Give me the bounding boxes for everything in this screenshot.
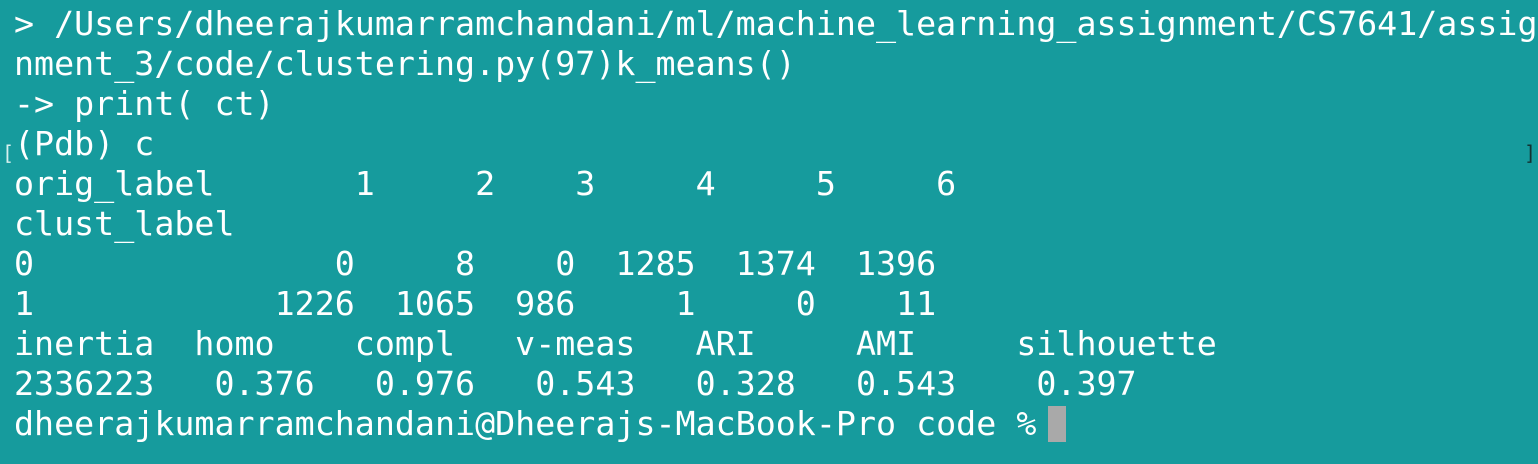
terminal-line-path-1: > /Users/dheerajkumarramchandani/ml/mach… xyxy=(14,4,1538,43)
terminal-cursor xyxy=(1048,405,1067,442)
crosstab-header-row: orig_label 1 2 3 4 5 6 xyxy=(14,164,957,203)
terminal-line-pdb-command: (Pdb) c xyxy=(14,124,155,163)
metrics-header-row: inertia homo compl v-meas ARI AMI silhou… xyxy=(14,324,1217,363)
terminal-window[interactable]: [ ] > /Users/dheerajkumarramchandani/ml/… xyxy=(0,0,1538,464)
shell-prompt: dheerajkumarramchandani@Dheerajs-MacBook… xyxy=(14,404,1037,443)
metrics-values-row: 2336223 0.376 0.976 0.543 0.328 0.543 0.… xyxy=(14,364,1137,403)
selection-bracket-left: [ xyxy=(2,141,15,165)
crosstab-row-0: 0 0 8 0 1285 1374 1396 xyxy=(14,244,937,283)
shell-prompt-line[interactable]: dheerajkumarramchandani@Dheerajs-MacBook… xyxy=(14,404,1538,444)
terminal-line-path-2: nment_3/code/clustering.py(97)k_means() xyxy=(14,44,796,83)
crosstab-row-1: 1 1226 1065 986 1 0 11 xyxy=(14,284,937,323)
terminal-line-current-statement: -> print( ct) xyxy=(14,84,275,123)
crosstab-index-label: clust_label xyxy=(14,204,235,243)
